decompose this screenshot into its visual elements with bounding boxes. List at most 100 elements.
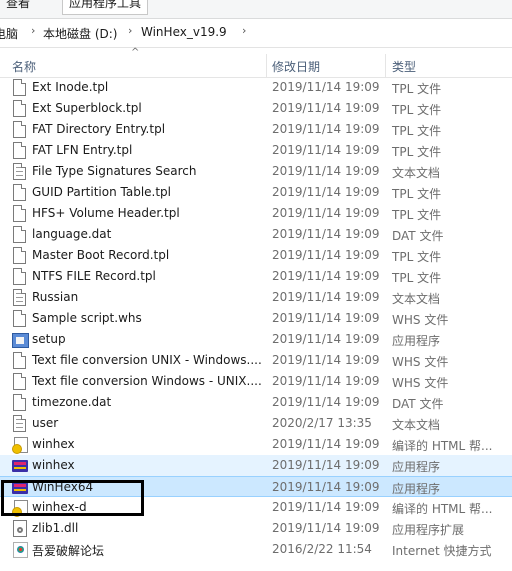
list-item[interactable]: Sample script.whs 2019/11/14 19:09 WHS 文件: [0, 308, 512, 329]
list-item[interactable]: language.dat 2019/11/14 19:09 DAT 文件: [0, 224, 512, 245]
list-item[interactable]: winhex 2019/11/14 19:09 编译的 HTML 帮...: [0, 434, 512, 455]
column-divider[interactable]: [266, 54, 267, 77]
file-name[interactable]: setup: [32, 332, 66, 346]
winhex-app-icon: [12, 457, 28, 474]
file-modified-date: 2019/11/14 19:09: [272, 437, 380, 451]
file-type: 应用程序扩展: [392, 523, 465, 537]
file-type: 文本文档: [392, 292, 441, 306]
file-name[interactable]: File Type Signatures Search: [32, 164, 196, 178]
file-name[interactable]: zlib1.dll: [32, 521, 78, 535]
list-item[interactable]: FAT LFN Entry.tpl 2019/11/14 19:09 TPL 文件: [0, 140, 512, 161]
file-type: TPL 文件: [392, 103, 442, 117]
file-type: TPL 文件: [392, 145, 442, 159]
file-modified-date: 2019/11/14 19:09: [272, 353, 380, 367]
help-file-icon: [12, 436, 28, 454]
file-type: DAT 文件: [392, 397, 444, 411]
tab-view[interactable]: 查看: [6, 0, 30, 11]
file-name[interactable]: winhex: [32, 437, 75, 451]
breadcrumb-this-pc[interactable]: 电脑: [0, 25, 18, 42]
file-icon: [12, 100, 28, 117]
file-modified-date: 2019/11/14 19:09: [272, 500, 380, 514]
address-bar[interactable]: 电脑 › 本地磁盘 (D:) › WinHex_v19.9 ›: [0, 19, 512, 48]
file-modified-date: 2019/11/14 19:09: [272, 458, 380, 472]
column-modified[interactable]: 修改日期: [272, 58, 320, 75]
text-file-icon: [12, 289, 28, 306]
chevron-right-icon[interactable]: ›: [242, 24, 246, 37]
file-modified-date: 2019/11/14 19:09: [272, 521, 380, 535]
file-type: 编译的 HTML 帮...: [392, 439, 493, 453]
list-item[interactable]: HFS+ Volume Header.tpl 2019/11/14 19:09 TP…: [0, 203, 512, 224]
column-name[interactable]: 名称: [12, 58, 36, 75]
list-item[interactable]: user 2020/2/17 13:35 文本文档: [0, 413, 512, 434]
file-icon: [12, 247, 28, 264]
column-divider[interactable]: [385, 54, 386, 77]
column-type[interactable]: 类型: [392, 58, 416, 75]
file-type: TPL 文件: [392, 208, 442, 222]
file-modified-date: 2019/11/14 19:09: [272, 206, 380, 220]
list-item[interactable]: setup 2019/11/14 19:09 应用程序: [0, 329, 512, 350]
list-item[interactable]: Ext Superblock.tpl 2019/11/14 19:09 TPL 文件: [0, 98, 512, 119]
highlight-box: [1, 480, 144, 516]
file-name[interactable]: FAT Directory Entry.tpl: [32, 122, 165, 136]
file-type: 应用程序: [392, 460, 441, 474]
file-name[interactable]: 吾爱破解论坛: [32, 542, 104, 559]
list-item[interactable]: winhex 2019/11/14 19:09 应用程序: [0, 455, 512, 476]
tab-app-tools[interactable]: 应用程序工具: [62, 0, 149, 15]
list-item[interactable]: zlib1.dll 2019/11/14 19:09 应用程序扩展: [0, 518, 512, 539]
setup-icon: [12, 331, 29, 348]
dll-icon: [12, 520, 28, 537]
file-icon: [12, 121, 28, 138]
file-type: TPL 文件: [392, 250, 442, 264]
file-modified-date: 2019/11/14 19:09: [272, 164, 380, 178]
chevron-right-icon[interactable]: ›: [31, 24, 35, 37]
list-item[interactable]: FAT Directory Entry.tpl 2019/11/14 19:09 T…: [0, 119, 512, 140]
file-type: Internet 快捷方式: [392, 544, 492, 558]
file-name[interactable]: Russian: [32, 290, 78, 304]
file-type: 文本文档: [392, 418, 441, 432]
file-name[interactable]: user: [32, 416, 58, 430]
file-modified-date: 2019/11/14 19:09: [272, 290, 380, 304]
file-type: 文本文档: [392, 166, 441, 180]
list-item[interactable]: File Type Signatures Search 2019/11/14 19…: [0, 161, 512, 182]
file-type: WHS 文件: [392, 376, 449, 390]
file-type: 应用程序: [392, 482, 441, 496]
list-item[interactable]: Russian 2019/11/14 19:09 文本文档: [0, 287, 512, 308]
file-type: WHS 文件: [392, 355, 449, 369]
file-name[interactable]: NTFS FILE Record.tpl: [32, 269, 156, 283]
sort-up-icon: ^: [131, 47, 140, 58]
file-type: 应用程序: [392, 334, 441, 348]
chevron-right-icon[interactable]: ›: [128, 24, 132, 37]
file-name[interactable]: Text file conversion UNIX - Windows....: [32, 353, 262, 367]
file-modified-date: 2016/2/22 11:54: [272, 542, 372, 556]
file-name[interactable]: Sample script.whs: [32, 311, 142, 325]
file-name[interactable]: language.dat: [32, 227, 111, 241]
file-name[interactable]: Ext Superblock.tpl: [32, 101, 142, 115]
file-icon: [12, 226, 28, 243]
file-name[interactable]: timezone.dat: [32, 395, 111, 409]
list-item[interactable]: Master Boot Record.tpl 2019/11/14 19:09 TP…: [0, 245, 512, 266]
file-modified-date: 2019/11/14 19:09: [272, 227, 380, 241]
file-name[interactable]: HFS+ Volume Header.tpl: [32, 206, 180, 220]
list-item[interactable]: timezone.dat 2019/11/14 19:09 DAT 文件: [0, 392, 512, 413]
file-modified-date: 2019/11/14 19:09: [272, 395, 380, 409]
breadcrumb-drive[interactable]: 本地磁盘 (D:): [43, 25, 117, 42]
list-item[interactable]: Ext Inode.tpl 2019/11/14 19:09 TPL 文件: [0, 77, 512, 98]
file-name[interactable]: GUID Partition Table.tpl: [32, 185, 171, 199]
file-name[interactable]: winhex: [32, 458, 75, 472]
list-item[interactable]: Text file conversion Windows - UNIX.... 2…: [0, 371, 512, 392]
file-name[interactable]: Text file conversion Windows - UNIX....: [32, 374, 262, 388]
file-icon: [12, 142, 28, 159]
list-item[interactable]: Text file conversion UNIX - Windows.... 2…: [0, 350, 512, 371]
file-modified-date: 2019/11/14 19:09: [272, 269, 380, 283]
list-item[interactable]: NTFS FILE Record.tpl 2019/11/14 19:09 TPL …: [0, 266, 512, 287]
breadcrumb-folder[interactable]: WinHex_v19.9: [141, 25, 227, 39]
text-file-icon: [12, 163, 28, 180]
file-name[interactable]: FAT LFN Entry.tpl: [32, 143, 132, 157]
file-name[interactable]: Master Boot Record.tpl: [32, 248, 169, 262]
file-icon: [12, 205, 28, 222]
list-item[interactable]: GUID Partition Table.tpl 2019/11/14 19:09…: [0, 182, 512, 203]
file-modified-date: 2019/11/14 19:09: [272, 122, 380, 136]
file-modified-date: 2019/11/14 19:09: [272, 80, 380, 94]
file-name[interactable]: Ext Inode.tpl: [32, 80, 108, 94]
list-item[interactable]: 吾爱破解论坛 2016/2/22 11:54 Internet 快捷方式: [0, 539, 512, 560]
